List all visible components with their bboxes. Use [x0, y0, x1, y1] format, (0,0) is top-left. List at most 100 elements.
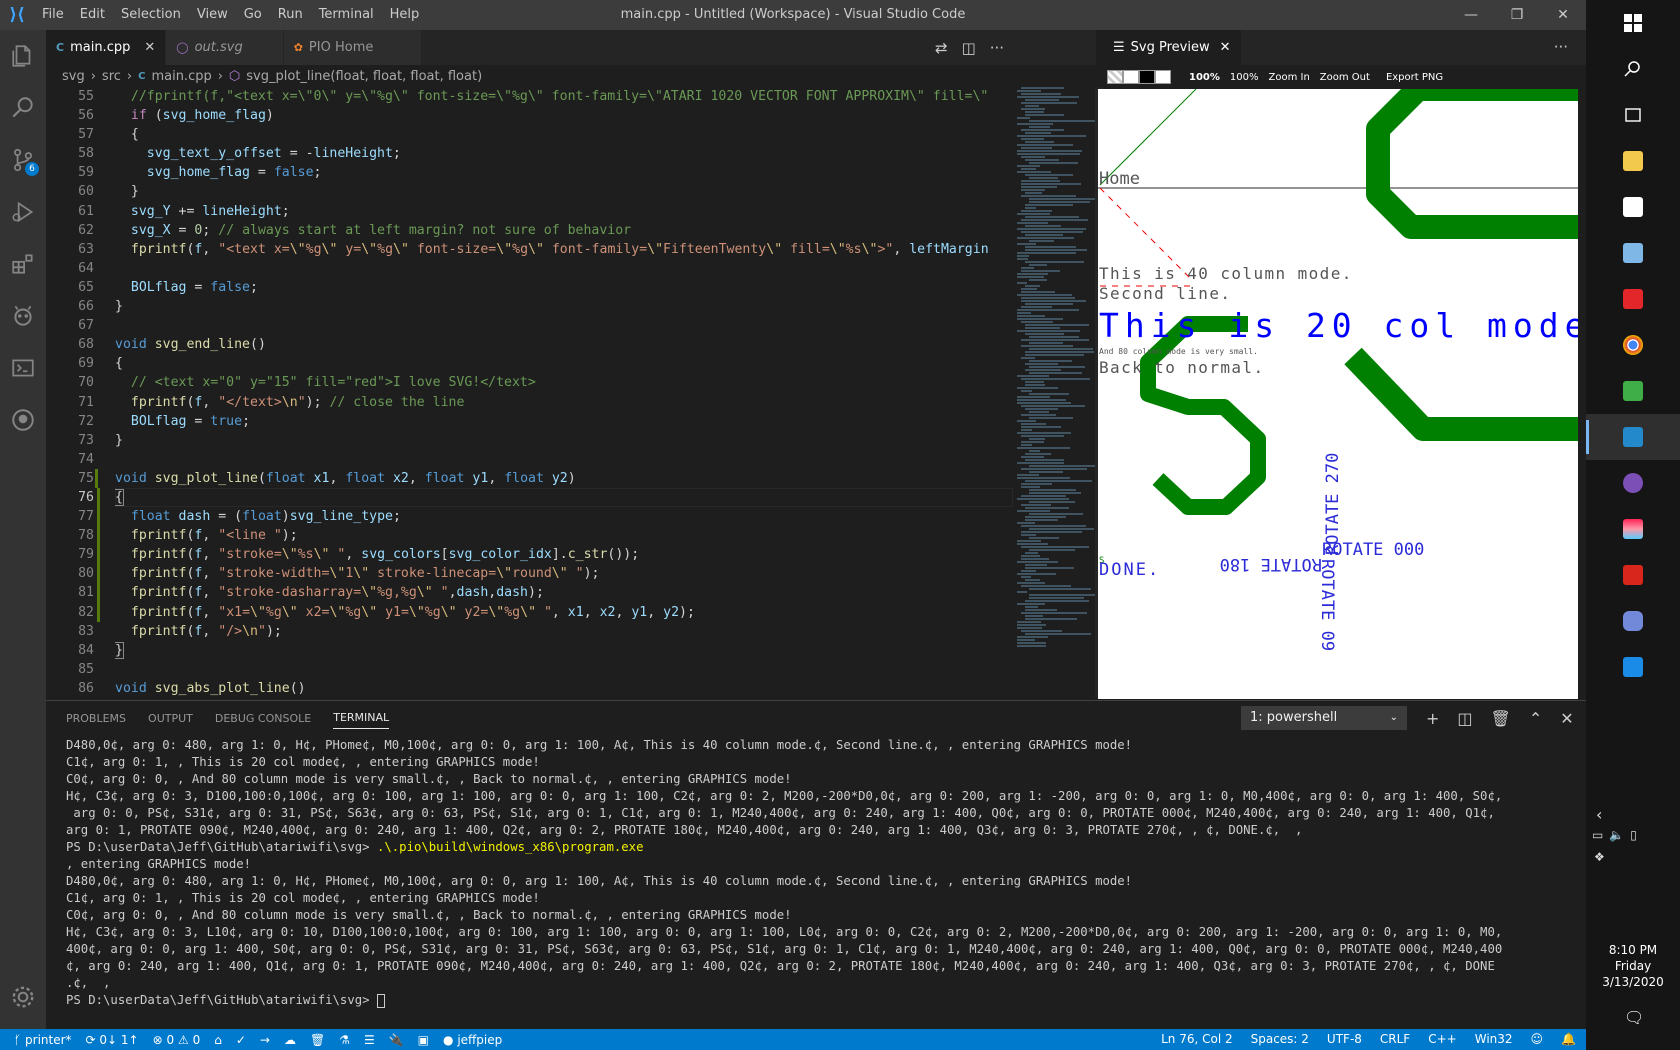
- pio-remote-icon[interactable]: ☁: [284, 1033, 296, 1047]
- pio-terminal-icon[interactable]: ▣: [418, 1033, 429, 1047]
- chrome-icon[interactable]: [1586, 322, 1680, 368]
- tab-out-svg[interactable]: ◯ out.svg: [166, 30, 284, 65]
- tab-pio-home[interactable]: ✿ PIO Home: [283, 30, 423, 65]
- minimap[interactable]: [1013, 87, 1096, 698]
- source-control-icon[interactable]: 6: [0, 134, 46, 186]
- task-view-icon[interactable]: [1586, 92, 1680, 138]
- sticky-notes-icon[interactable]: [1586, 184, 1680, 230]
- menu-help[interactable]: Help: [382, 0, 428, 30]
- breadcrumb-svg[interactable]: svg: [62, 69, 85, 84]
- close-panel-icon[interactable]: ✕: [1560, 709, 1573, 728]
- vscode-taskbar-icon[interactable]: [1586, 414, 1680, 460]
- breadcrumb-src[interactable]: src: [102, 69, 121, 84]
- file-explorer-icon[interactable]: [1586, 138, 1680, 184]
- problems-status[interactable]: ⊗ 0 ⚠ 0: [153, 1033, 201, 1047]
- close-tab-icon[interactable]: ✕: [144, 40, 155, 55]
- zoom-out-button[interactable]: Zoom Out: [1320, 72, 1370, 83]
- menu-terminal[interactable]: Terminal: [311, 0, 382, 30]
- terminal-icon[interactable]: [0, 342, 46, 394]
- app-blue-icon[interactable]: [1586, 230, 1680, 276]
- indentation[interactable]: Spaces: 2: [1251, 1029, 1309, 1050]
- tab-output[interactable]: OUTPUT: [148, 712, 193, 725]
- search-icon[interactable]: [0, 82, 46, 134]
- transparent-bg-swatch[interactable]: [1107, 70, 1123, 84]
- notifications-icon[interactable]: 🔔: [1561, 1029, 1576, 1050]
- split-editor-icon[interactable]: ◫: [962, 39, 976, 57]
- menu-edit[interactable]: Edit: [72, 0, 113, 30]
- terminal-output[interactable]: D480,0¢, arg 0: 480, arg 1: 0, H¢, PHome…: [66, 737, 1566, 1009]
- spreadsheet-icon[interactable]: [1586, 368, 1680, 414]
- more-actions-icon[interactable]: ···: [1554, 38, 1568, 56]
- tray-icons[interactable]: ▭🔈▯: [1592, 828, 1643, 842]
- platform[interactable]: Win32: [1475, 1029, 1513, 1050]
- tab-terminal[interactable]: TERMINAL: [333, 711, 390, 729]
- menu-run[interactable]: Run: [270, 0, 311, 30]
- github-desktop-icon[interactable]: [1586, 460, 1680, 506]
- line-endings[interactable]: CRLF: [1380, 1029, 1410, 1050]
- white-bg-swatch[interactable]: [1123, 70, 1139, 84]
- more-actions-icon[interactable]: ···: [990, 39, 1004, 57]
- pio-serial-icon[interactable]: 🔌: [389, 1033, 404, 1047]
- branch-status[interactable]: ᚶ printer*: [14, 1033, 72, 1047]
- explorer-icon[interactable]: [0, 30, 46, 82]
- sync-status[interactable]: ⟳ 0↓ 1↑: [86, 1033, 139, 1047]
- settings-gear-icon[interactable]: [0, 977, 46, 1017]
- github-icon[interactable]: [0, 394, 46, 446]
- svg-preview-canvas[interactable]: Home This is 40 column mode. Second line…: [1098, 89, 1578, 699]
- q-app-icon[interactable]: [1586, 276, 1680, 322]
- menu-file[interactable]: File: [34, 0, 72, 30]
- trash-icon[interactable]: 🗑: [1491, 709, 1511, 728]
- split-terminal-icon[interactable]: ◫: [1457, 709, 1472, 728]
- tab-debug-console[interactable]: DEBUG CONSOLE: [215, 712, 311, 725]
- terminal-select[interactable]: 1: powershell ⌄: [1241, 706, 1407, 730]
- run-debug-icon[interactable]: [0, 186, 46, 238]
- windows-start-icon[interactable]: [1586, 0, 1680, 46]
- minimize-icon[interactable]: —: [1448, 0, 1494, 30]
- zoom-in-button[interactable]: Zoom In: [1269, 72, 1310, 83]
- minimap-line: [1021, 546, 1089, 548]
- pio-upload-icon[interactable]: →: [260, 1033, 270, 1047]
- menu-go[interactable]: Go: [236, 0, 270, 30]
- pio-build-icon[interactable]: ✓: [236, 1033, 246, 1047]
- action-center-icon[interactable]: 🗨: [1624, 1008, 1644, 1027]
- vscode-logo-icon[interactable]: ⟩⟨: [0, 0, 34, 30]
- language-mode[interactable]: C++: [1428, 1029, 1457, 1050]
- tab-problems[interactable]: PROBLEMS: [66, 712, 126, 725]
- tab-svg-preview[interactable]: ☰ Svg Preview ✕: [1103, 30, 1241, 65]
- encoding[interactable]: UTF-8: [1327, 1029, 1362, 1050]
- acrobat-icon[interactable]: [1586, 552, 1680, 598]
- taskbar-clock[interactable]: 8:10 PM Friday 3/13/2020: [1586, 942, 1680, 990]
- breadcrumb-file[interactable]: main.cpp: [151, 69, 211, 84]
- open-changes-icon[interactable]: ⇄: [935, 39, 948, 57]
- maximize-panel-icon[interactable]: ⌃: [1529, 709, 1542, 728]
- pio-tasks-icon[interactable]: ☰: [364, 1033, 375, 1047]
- stack-app-icon[interactable]: [1586, 506, 1680, 552]
- code-editor[interactable]: 55 56 57 58 59 60 61 62 63 64 65 66 67 68 69 70 71 72 73 74…: [46, 87, 1096, 698]
- extensions-icon[interactable]: [0, 238, 46, 290]
- breadcrumb-symbol[interactable]: svg_plot_line(float, float, float, float…: [246, 69, 482, 84]
- black-bg-swatch[interactable]: [1139, 70, 1155, 84]
- new-terminal-icon[interactable]: +: [1426, 709, 1439, 728]
- tab-main-cpp[interactable]: C main.cpp ✕: [46, 30, 167, 65]
- close-tab-icon[interactable]: ✕: [1220, 40, 1231, 55]
- menu-selection[interactable]: Selection: [113, 0, 189, 30]
- cursor-position[interactable]: Ln 76, Col 2: [1161, 1029, 1233, 1050]
- feedback-icon[interactable]: ☺: [1531, 1029, 1544, 1050]
- m-app-icon[interactable]: [1586, 644, 1680, 690]
- platformio-icon[interactable]: [0, 290, 46, 342]
- search-icon[interactable]: [1586, 46, 1680, 92]
- pio-home-icon[interactable]: ⌂: [214, 1033, 222, 1047]
- dropbox-icon[interactable]: ❖: [1594, 850, 1605, 864]
- zoom-100-button[interactable]: 100%: [1230, 72, 1259, 83]
- pio-test-icon[interactable]: ⚗: [339, 1033, 350, 1047]
- github-user[interactable]: ● jeffpiep: [443, 1033, 502, 1047]
- pio-clean-icon[interactable]: 🗑: [310, 1033, 325, 1047]
- custom-bg-swatch[interactable]: [1155, 70, 1171, 84]
- code-lines[interactable]: //fprintf(f,"<text x=\"0\" y=\"%g\" font…: [115, 87, 1013, 698]
- show-hidden-icons-icon[interactable]: ‹: [1596, 805, 1602, 824]
- discord-icon[interactable]: [1586, 598, 1680, 644]
- export-png-button[interactable]: Export PNG: [1386, 72, 1443, 83]
- restore-icon[interactable]: ❐: [1494, 0, 1540, 30]
- close-icon[interactable]: ✕: [1540, 0, 1586, 30]
- menu-view[interactable]: View: [189, 0, 236, 30]
